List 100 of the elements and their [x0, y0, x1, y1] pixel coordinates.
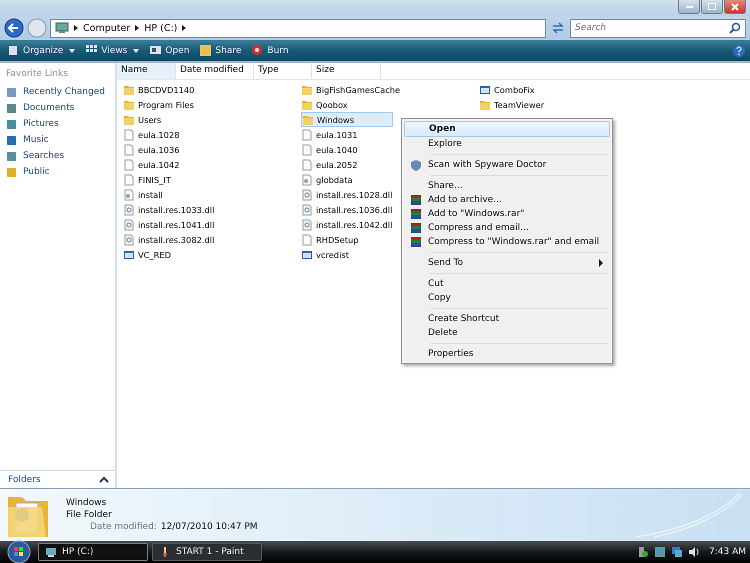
file-item[interactable]: FINIS_IT — [123, 172, 293, 187]
chevron-icon — [182, 25, 186, 31]
gear-document-icon — [123, 218, 135, 230]
column-header[interactable]: Name — [117, 63, 176, 79]
file-item[interactable]: Users — [123, 112, 293, 127]
file-item[interactable]: Windows — [301, 112, 393, 127]
menu-item[interactable]: Open — [404, 121, 610, 137]
network-icon[interactable] — [671, 546, 683, 558]
menu-item[interactable]: Share... — [404, 179, 610, 193]
document-icon — [123, 144, 135, 156]
search-field[interactable]: Search — [570, 18, 746, 38]
date-value: 12/07/2010 10:47 PM — [160, 522, 258, 532]
menu-item[interactable]: Copy — [404, 291, 610, 305]
item-name: Windows — [66, 498, 108, 508]
clock[interactable]: 7:43 AM — [709, 547, 746, 557]
taskbar-button[interactable]: START 1 - Paint — [152, 543, 262, 561]
gear-document-icon — [123, 204, 135, 216]
file-item[interactable]: eula.1028 — [123, 127, 293, 142]
document-icon — [123, 128, 135, 140]
gear-document-icon — [301, 218, 313, 230]
document-icon — [301, 158, 313, 170]
chevron-icon — [74, 25, 78, 31]
favorite-link[interactable]: Pictures — [6, 116, 115, 132]
computer-icon — [55, 22, 69, 34]
menu-item[interactable]: Create Shortcut — [404, 312, 610, 326]
file-item[interactable]: BBCDVD1140 — [123, 82, 293, 97]
date-label: Date modified: — [90, 522, 157, 532]
favorite-link[interactable]: Public — [6, 164, 115, 180]
books-stack-icon — [410, 194, 422, 206]
tray-icon[interactable] — [654, 546, 666, 558]
submenu-arrow-icon — [598, 259, 604, 267]
breadcrumb[interactable]: Computer — [83, 22, 130, 34]
toolbar-button[interactable]: Open — [146, 42, 192, 60]
menu-item[interactable]: Add to "Windows.rar" — [404, 207, 610, 221]
gear-document-icon — [301, 188, 313, 200]
menu-item[interactable]: Cut — [404, 277, 610, 291]
favorite-link[interactable]: Searches — [6, 148, 115, 164]
column-header[interactable]: Type — [254, 63, 312, 79]
maximize-button[interactable] — [701, 0, 723, 14]
dropdown-arrow-icon — [69, 48, 76, 52]
item-type: File Folder — [66, 510, 113, 520]
computer-icon — [45, 546, 57, 558]
search-icon — [729, 22, 741, 34]
tray-icon[interactable] — [637, 546, 649, 558]
section-heading: Favorite Links — [6, 69, 69, 79]
file-item[interactable]: install.res.3082.dll — [123, 232, 293, 247]
file-item[interactable]: eula.1036 — [123, 142, 293, 157]
favorite-link[interactable]: Recently Changed — [6, 84, 115, 100]
gear-document-icon — [123, 234, 135, 246]
file-item[interactable]: TeamViewer — [479, 97, 649, 112]
gear-document-icon — [123, 188, 135, 200]
file-item[interactable]: BigFishGamesCache — [301, 82, 471, 97]
column-header[interactable]: Date modified — [176, 63, 254, 79]
menu-item[interactable]: Properties — [404, 347, 610, 361]
file-item[interactable]: ComboFix — [479, 82, 649, 97]
program-icon — [123, 248, 135, 260]
minimize-button[interactable] — [678, 0, 700, 14]
file-item[interactable]: Qoobox — [301, 97, 471, 112]
chevron-icon — [135, 25, 140, 31]
toolbar-button[interactable]: Burn — [248, 42, 292, 60]
column-header[interactable]: Size — [312, 63, 381, 79]
close-button[interactable] — [724, 0, 746, 14]
books-stack-icon — [410, 236, 422, 248]
books-stack-icon — [410, 208, 422, 220]
maximize-icon — [708, 3, 716, 10]
file-item[interactable]: install.res.1033.dll — [123, 202, 293, 217]
favorite-link[interactable]: Music — [6, 132, 115, 148]
file-item[interactable]: Program Files — [123, 97, 293, 112]
question-icon — [732, 44, 746, 58]
minimize-icon — [686, 6, 692, 8]
document-icon — [301, 234, 313, 246]
help-button[interactable] — [732, 44, 746, 58]
file-item[interactable]: VC_RED — [123, 247, 293, 262]
toolbar-button[interactable]: Views — [82, 42, 142, 60]
menu-item[interactable]: Add to archive... — [404, 193, 610, 207]
window-icon — [149, 44, 162, 57]
document-icon — [123, 158, 135, 170]
speaker-icon[interactable] — [688, 546, 700, 558]
file-item[interactable]: install.res.1041.dll — [123, 217, 293, 232]
document-icon — [123, 174, 135, 186]
menu-item[interactable]: Compress to "Windows.rar" and email — [404, 235, 610, 249]
program-icon — [479, 84, 491, 96]
shield-icon — [410, 159, 422, 171]
taskbar-button[interactable]: HP (C:) — [38, 543, 148, 561]
breadcrumb[interactable]: HP (C:) — [144, 22, 178, 34]
chevron-up-icon — [99, 476, 109, 484]
address-bar[interactable]: Computer HP (C:) — [50, 18, 546, 38]
file-item[interactable]: install — [123, 187, 293, 202]
menu-item[interactable]: Send To — [404, 256, 610, 270]
toolbar-button[interactable]: Organize — [4, 42, 78, 60]
toolbar-button[interactable]: Share — [196, 42, 244, 60]
close-icon — [731, 2, 739, 10]
menu-item[interactable]: Explore — [404, 137, 610, 151]
menu-item[interactable]: Compress and email... — [404, 221, 610, 235]
menu-item[interactable]: Scan with Spyware Doctor — [404, 158, 610, 172]
books-stack-icon — [410, 222, 422, 234]
disc-icon — [251, 44, 264, 57]
menu-item[interactable]: Delete — [404, 326, 610, 340]
file-item[interactable]: eula.1042 — [123, 157, 293, 172]
favorite-link[interactable]: Documents — [6, 100, 115, 116]
